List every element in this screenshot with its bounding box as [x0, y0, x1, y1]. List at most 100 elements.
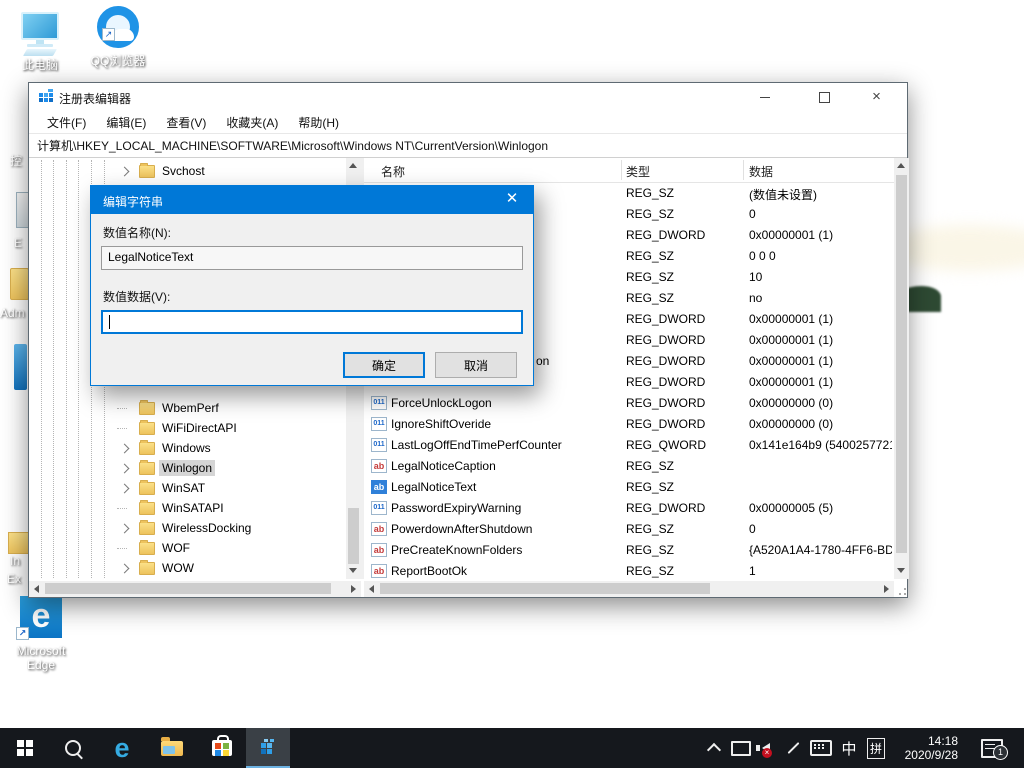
registry-row-powerdownaftershutdown[interactable]: abPowerdownAfterShutdownREG_SZ0: [364, 519, 909, 540]
scroll-left-icon[interactable]: [34, 585, 39, 593]
column-header-data[interactable]: 数据: [749, 163, 773, 180]
registry-row-precreateknownfolders[interactable]: abPreCreateKnownFoldersREG_SZ{A520A1A4-1…: [364, 540, 909, 561]
desktop-icon-qq-browser[interactable]: ↗ QQ浏览器: [86, 6, 150, 69]
value-type: REG_SZ: [626, 459, 674, 473]
taskbar-search-button[interactable]: [50, 728, 96, 768]
value-type: REG_SZ: [626, 186, 674, 200]
wave-foam: [350, 660, 870, 668]
menu-file[interactable]: 文件(F): [37, 114, 96, 131]
tree-item-winsatapi[interactable]: WinSATAPI: [29, 498, 361, 518]
tree-item-wof[interactable]: WOF: [29, 538, 361, 558]
ok-button[interactable]: 确定: [343, 352, 425, 378]
expand-chevron-icon[interactable]: [120, 523, 130, 533]
expand-chevron-icon[interactable]: [120, 463, 130, 473]
tree-item-windows[interactable]: Windows: [29, 438, 361, 458]
desktop-icon-fragment[interactable]: Ex: [7, 572, 21, 586]
string-value-icon: ab: [371, 522, 387, 536]
taskbar-clock[interactable]: 14:18 2020/9/28: [892, 728, 958, 768]
tree-item-wirelessdocking[interactable]: WirelessDocking: [29, 518, 361, 538]
action-center-button[interactable]: 1: [972, 728, 1012, 768]
tray-pen-icon[interactable]: [780, 728, 806, 768]
list-horizontal-scrollbar[interactable]: [364, 581, 894, 597]
desktop-icon-this-pc[interactable]: 此电脑: [12, 12, 68, 73]
value-type: REG_DWORD: [626, 312, 705, 326]
expand-chevron-icon[interactable]: [120, 563, 130, 573]
desktop-icon-fragment[interactable]: 控: [10, 152, 22, 169]
scroll-up-icon[interactable]: [349, 163, 357, 168]
registry-row-lastlogoffendtimeperfcounter[interactable]: 011LastLogOffEndTimePerfCounterREG_QWORD…: [364, 435, 909, 456]
start-button[interactable]: [2, 728, 48, 768]
resize-grip[interactable]: [896, 585, 908, 597]
ime-pinyin-indicator[interactable]: 拼: [862, 728, 890, 768]
edit-string-dialog: 编辑字符串 ✕ 数值名称(N): LegalNoticeText 数值数据(V)…: [90, 185, 534, 386]
value-data-input[interactable]: [101, 310, 523, 334]
scroll-up-icon[interactable]: [897, 163, 905, 168]
desktop-icon-fragment[interactable]: In: [10, 554, 20, 568]
ime-language-indicator[interactable]: 中: [836, 728, 862, 768]
tree-horizontal-scrollbar[interactable]: [29, 581, 361, 597]
registry-row-legalnoticetext[interactable]: abLegalNoticeTextREG_SZ: [364, 477, 909, 498]
scrollbar-thumb[interactable]: [45, 583, 331, 594]
dialog-close-button[interactable]: ✕: [491, 186, 533, 214]
taskbar-file-explorer-button[interactable]: [149, 728, 195, 768]
scroll-right-icon[interactable]: [884, 585, 889, 593]
expand-chevron-icon[interactable]: [120, 443, 130, 453]
desktop-icon-microsoft-edge[interactable]: e ↗ Microsoft Edge: [12, 596, 70, 672]
tree-item-winsat[interactable]: WinSAT: [29, 478, 361, 498]
value-name-field[interactable]: LegalNoticeText: [101, 246, 523, 270]
registry-row-forceunlocklogon[interactable]: 011ForceUnlockLogonREG_DWORD0x00000000 (…: [364, 393, 909, 414]
column-divider[interactable]: [743, 160, 744, 180]
scrollbar-thumb[interactable]: [380, 583, 710, 594]
value-type: REG_SZ: [626, 480, 674, 494]
registry-row-ignoreshiftoveride[interactable]: 011IgnoreShiftOverideREG_DWORD0x00000000…: [364, 414, 909, 435]
cancel-button[interactable]: 取消: [435, 352, 517, 378]
registry-row-reportbootok[interactable]: abReportBootOkREG_SZ1: [364, 561, 909, 579]
scrollbar-thumb[interactable]: [348, 508, 359, 564]
column-divider[interactable]: [621, 160, 622, 180]
menu-edit[interactable]: 编辑(E): [96, 114, 156, 131]
tray-chevron-up-icon[interactable]: [702, 728, 726, 768]
desktop-icon-fragment[interactable]: [10, 268, 29, 300]
list-vertical-scrollbar[interactable]: [894, 158, 909, 579]
scroll-left-icon[interactable]: [369, 585, 374, 593]
tray-volume-muted-icon[interactable]: ×: [752, 728, 780, 768]
desktop-icon-fragment[interactable]: [14, 344, 27, 390]
taskbar-regedit-button-active[interactable]: [246, 728, 290, 768]
tree-item-wbemperf[interactable]: WbemPerf: [29, 398, 361, 418]
expand-chevron-icon[interactable]: [120, 166, 130, 176]
menu-favorites[interactable]: 收藏夹(A): [216, 114, 288, 131]
menu-view[interactable]: 查看(V): [156, 114, 216, 131]
value-type: REG_SZ: [626, 207, 674, 221]
desktop-icon-fragment[interactable]: E: [14, 236, 22, 250]
desktop-icon-fragment[interactable]: [8, 532, 29, 554]
maximize-button[interactable]: [802, 83, 847, 111]
scrollbar-thumb[interactable]: [896, 175, 907, 553]
scroll-down-icon[interactable]: [897, 568, 905, 573]
scroll-down-icon[interactable]: [349, 568, 357, 573]
microsoft-store-icon: [212, 740, 232, 756]
tree-item-wifidirectapi[interactable]: WiFiDirectAPI: [29, 418, 361, 438]
taskbar-edge-button[interactable]: e: [99, 728, 145, 768]
tree-item-label: WbemPerf: [159, 400, 222, 416]
value-data: 0x00000001 (1): [749, 354, 892, 368]
value-type: REG_SZ: [626, 291, 674, 305]
scroll-right-icon[interactable]: [351, 585, 356, 593]
tree-item-wow[interactable]: WOW: [29, 558, 361, 578]
minimize-button[interactable]: [742, 83, 787, 111]
column-header-name[interactable]: 名称: [381, 163, 405, 180]
window-titlebar[interactable]: 注册表编辑器 ×: [29, 83, 907, 111]
address-bar[interactable]: 计算机\HKEY_LOCAL_MACHINE\SOFTWARE\Microsof…: [29, 133, 907, 158]
tray-touch-keyboard-icon[interactable]: [806, 728, 836, 768]
taskbar-store-button[interactable]: [199, 728, 245, 768]
expand-chevron-icon[interactable]: [120, 483, 130, 493]
column-header-type[interactable]: 类型: [626, 163, 650, 180]
tray-display-icon[interactable]: [728, 728, 754, 768]
close-button[interactable]: ×: [854, 83, 899, 111]
registry-row-passwordexpirywarning[interactable]: 011PasswordExpiryWarningREG_DWORD0x00000…: [364, 498, 909, 519]
desktop-icon-fragment[interactable]: Adm: [0, 306, 25, 320]
tree-item-winlogon[interactable]: Winlogon: [29, 458, 361, 478]
menu-help[interactable]: 帮助(H): [288, 114, 349, 131]
dialog-titlebar[interactable]: 编辑字符串 ✕: [91, 186, 533, 214]
tree-item-svchost[interactable]: Svchost: [29, 161, 361, 181]
registry-row-legalnoticecaption[interactable]: abLegalNoticeCaptionREG_SZ: [364, 456, 909, 477]
